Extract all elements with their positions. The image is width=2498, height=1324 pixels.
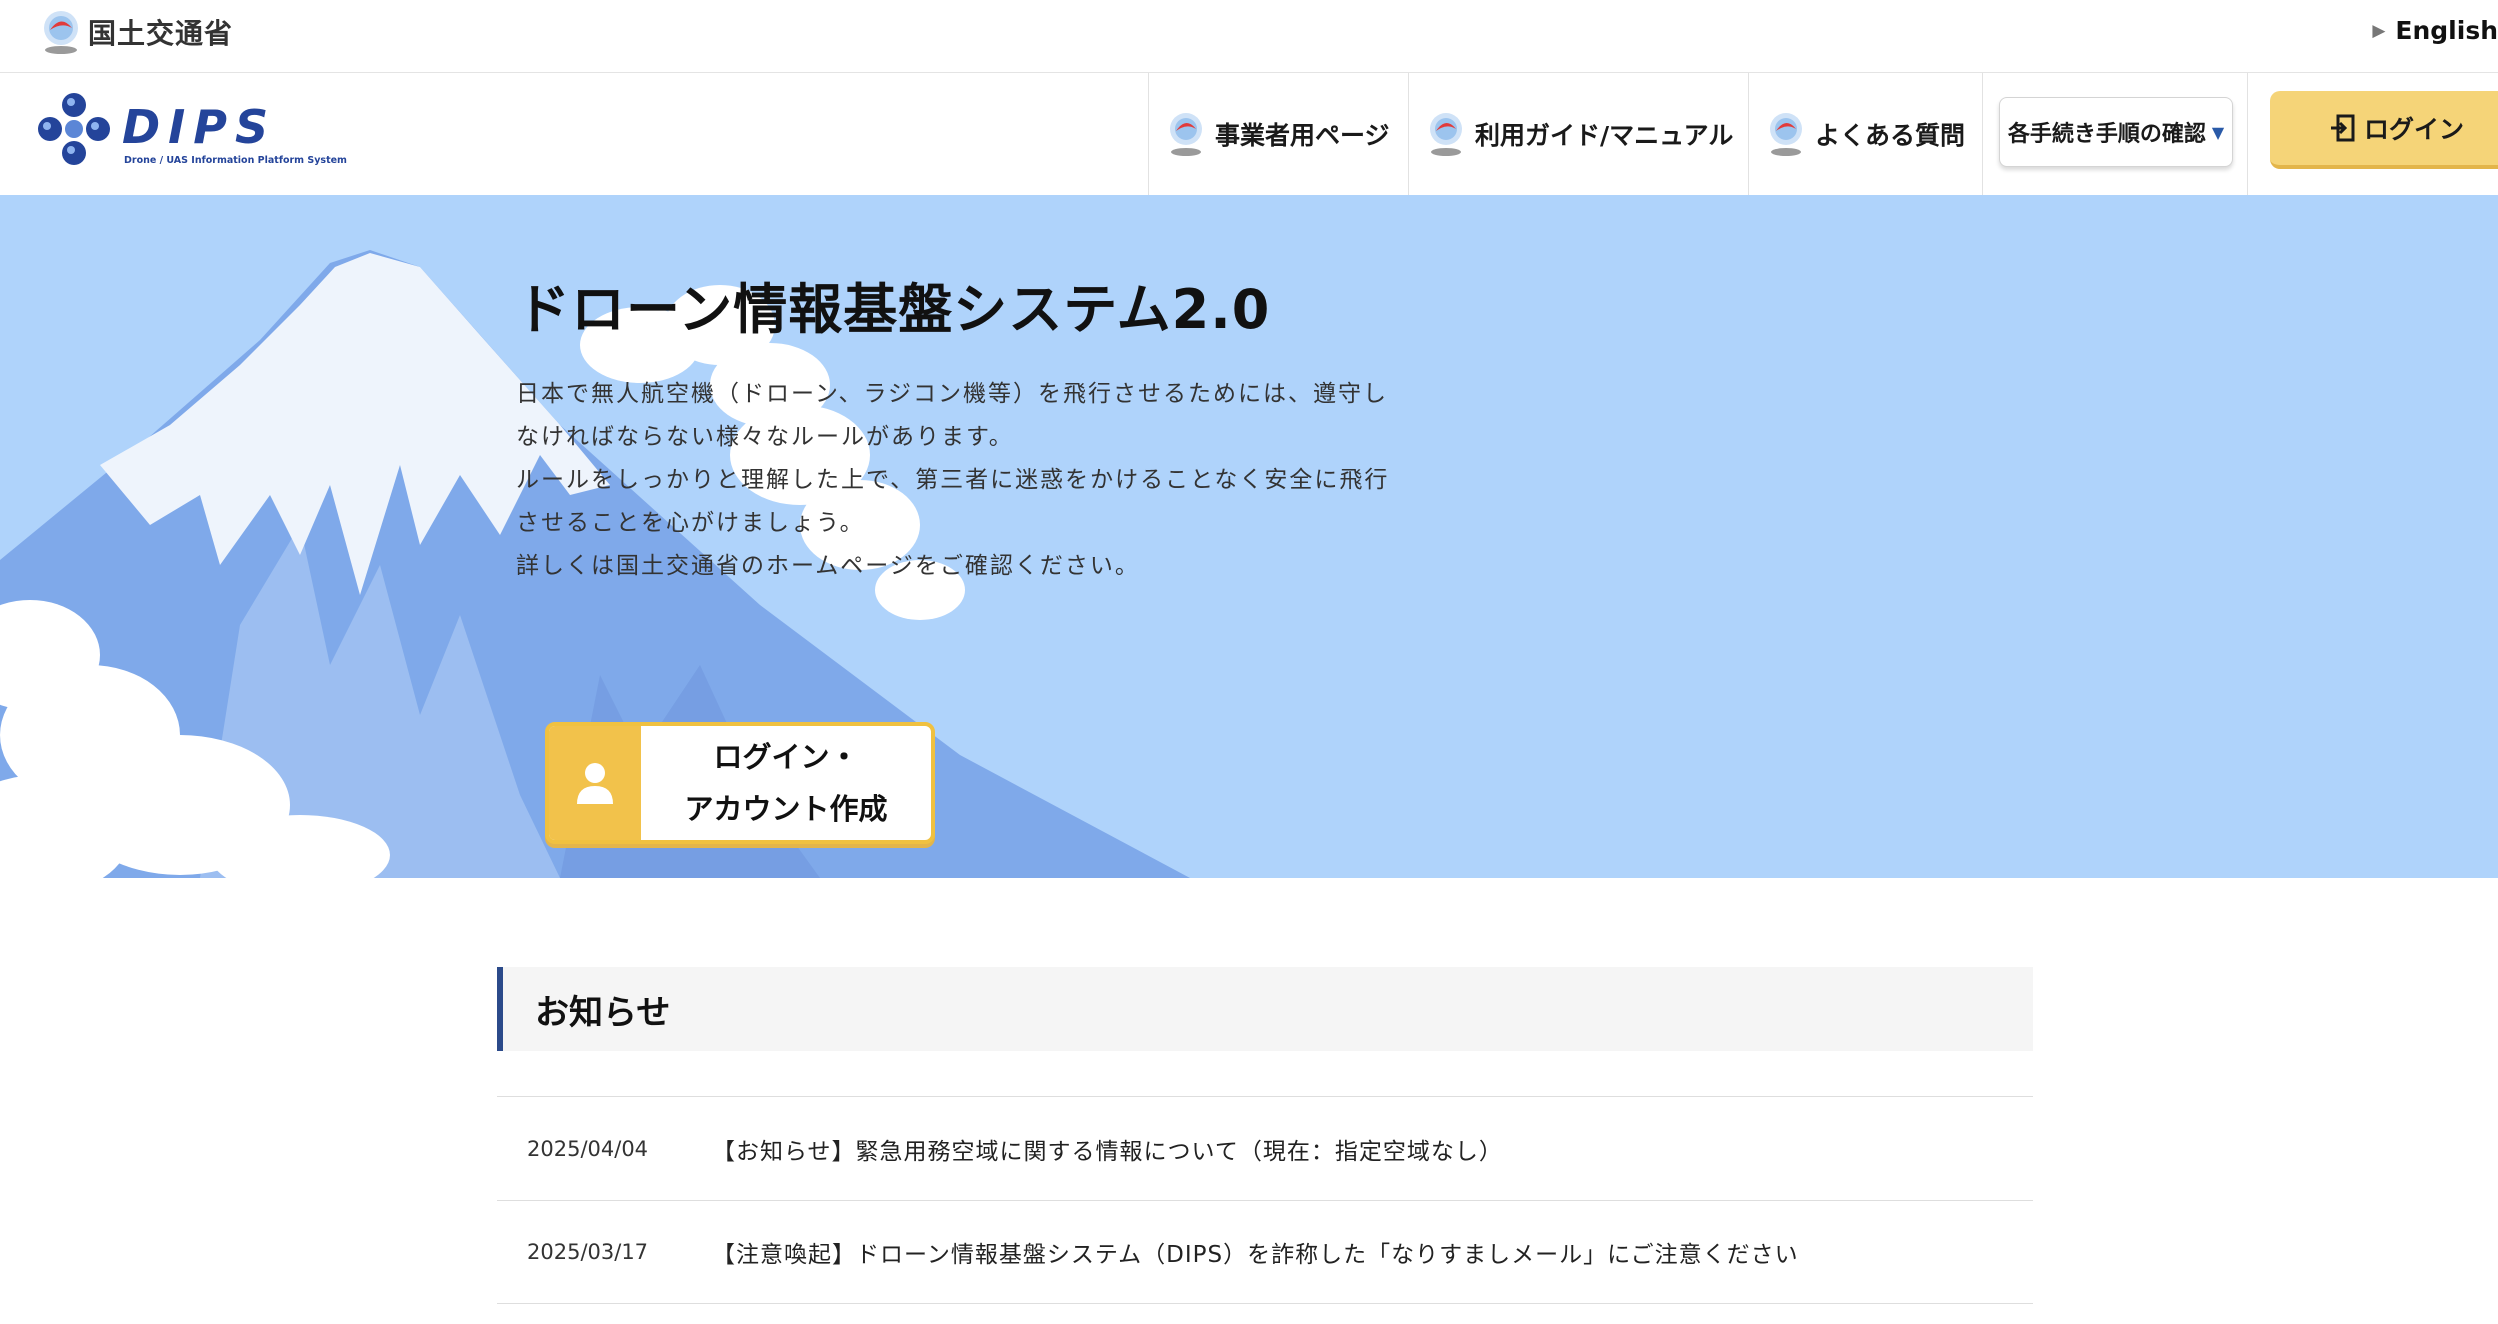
ministry-name: 国土交通省 <box>88 17 234 50</box>
nav-business-page-label: 事業者用ページ <box>1215 121 1390 150</box>
dips-logo-text: DIPS <box>122 100 276 154</box>
triangle-right-icon: ▶ <box>2372 20 2386 41</box>
hero-title: ドローン情報基盤システム2.0 <box>516 278 1271 341</box>
hero-description-line: ルールをしっかりと理解した上で、第三者に迷惑をかけることなく安全に飛行 <box>516 467 1390 493</box>
dips-logo[interactable]: DIPS Drone / UAS Information Platform Sy… <box>38 93 358 169</box>
procedure-select-label: 各手続き手順の確認 <box>2007 122 2206 147</box>
login-door-icon <box>2331 114 2355 142</box>
cta-label-line1: ログイン・ <box>713 740 859 774</box>
news-date: 2025/04/04 <box>527 1136 649 1161</box>
news-title: 【お知らせ】緊急用務空域に関する情報について（現在：指定空域なし） <box>712 1138 1503 1165</box>
procedure-dropdown-cell: 各手続き手順の確認 ▼ <box>1982 73 2248 195</box>
hero-description: 日本で無人航空機（ドローン、ラジコン機等）を飛行させるためには、遵守し なければ… <box>516 373 1416 588</box>
login-label: ログイン <box>2364 115 2465 144</box>
hero-description-line: なければならない様々なルールがあります。 <box>516 424 1014 450</box>
hero-section: ドローン情報基盤システム2.0 日本で無人航空機（ドローン、ラジコン機等）を飛行… <box>0 195 2498 878</box>
login-button[interactable]: ログイン <box>2270 91 2498 169</box>
user-icon <box>577 763 613 804</box>
cta-icon-panel <box>549 726 641 840</box>
news-title: 【注意喚起】ドローン情報基盤システム（DIPS）を詐称した「なりすましメール」に… <box>712 1242 1799 1268</box>
mlit-emblem-icon <box>44 11 78 54</box>
dips-logo-subtitle: Drone / UAS Information Platform System <box>124 155 347 166</box>
news-date: 2025/03/17 <box>527 1240 649 1264</box>
nav-user-guide-label: 利用ガイド/マニュアル <box>1475 121 1734 150</box>
caret-down-icon: ▼ <box>2211 122 2225 142</box>
mlit-emblem-icon <box>1170 113 1202 156</box>
nav-user-guide[interactable]: 利用ガイド/マニュアル <box>1408 73 1748 195</box>
site-header: DIPS Drone / UAS Information Platform Sy… <box>0 73 2498 195</box>
nav-business-page[interactable]: 事業者用ページ <box>1148 73 1408 195</box>
hero-description-line: 詳しくは国土交通省のホームページをご確認ください。 <box>516 553 1140 579</box>
cta-label: ログイン・ アカウント作成 <box>641 726 931 840</box>
hero-description-line: 日本で無人航空機（ドローン、ラジコン機等）を飛行させるためには、遵守し <box>516 381 1389 407</box>
english-link[interactable]: ▶ English <box>2372 16 2498 45</box>
nav-faq-label: よくある質問 <box>1815 121 1966 150</box>
login-create-account-button[interactable]: ログイン・ アカウント作成 <box>545 722 935 844</box>
mlit-emblem-icon <box>1430 113 1462 156</box>
dips-flower-icon <box>38 93 110 165</box>
hero-description-line: させることを心がけましょう。 <box>516 510 865 536</box>
news-list: 2025/04/04 【お知らせ】緊急用務空域に関する情報について（現在：指定空… <box>497 1096 2033 1304</box>
english-label: English <box>2395 16 2498 45</box>
mlit-logo[interactable]: 国土交通省 <box>40 8 233 56</box>
mlit-emblem-icon <box>1770 113 1802 156</box>
news-item[interactable]: 2025/03/17 【注意喚起】ドローン情報基盤システム（DIPS）を詐称した… <box>497 1200 2033 1304</box>
top-bar: 国土交通省 ▶ English <box>0 0 2498 73</box>
nav-faq[interactable]: よくある質問 <box>1748 73 1982 195</box>
procedure-select[interactable]: 各手続き手順の確認 ▼ <box>1999 97 2233 167</box>
news-heading: お知らせ <box>497 967 2033 1051</box>
news-item[interactable]: 2025/04/04 【お知らせ】緊急用務空域に関する情報について（現在：指定空… <box>497 1096 2033 1200</box>
cta-label-line2: アカウント作成 <box>684 792 888 826</box>
